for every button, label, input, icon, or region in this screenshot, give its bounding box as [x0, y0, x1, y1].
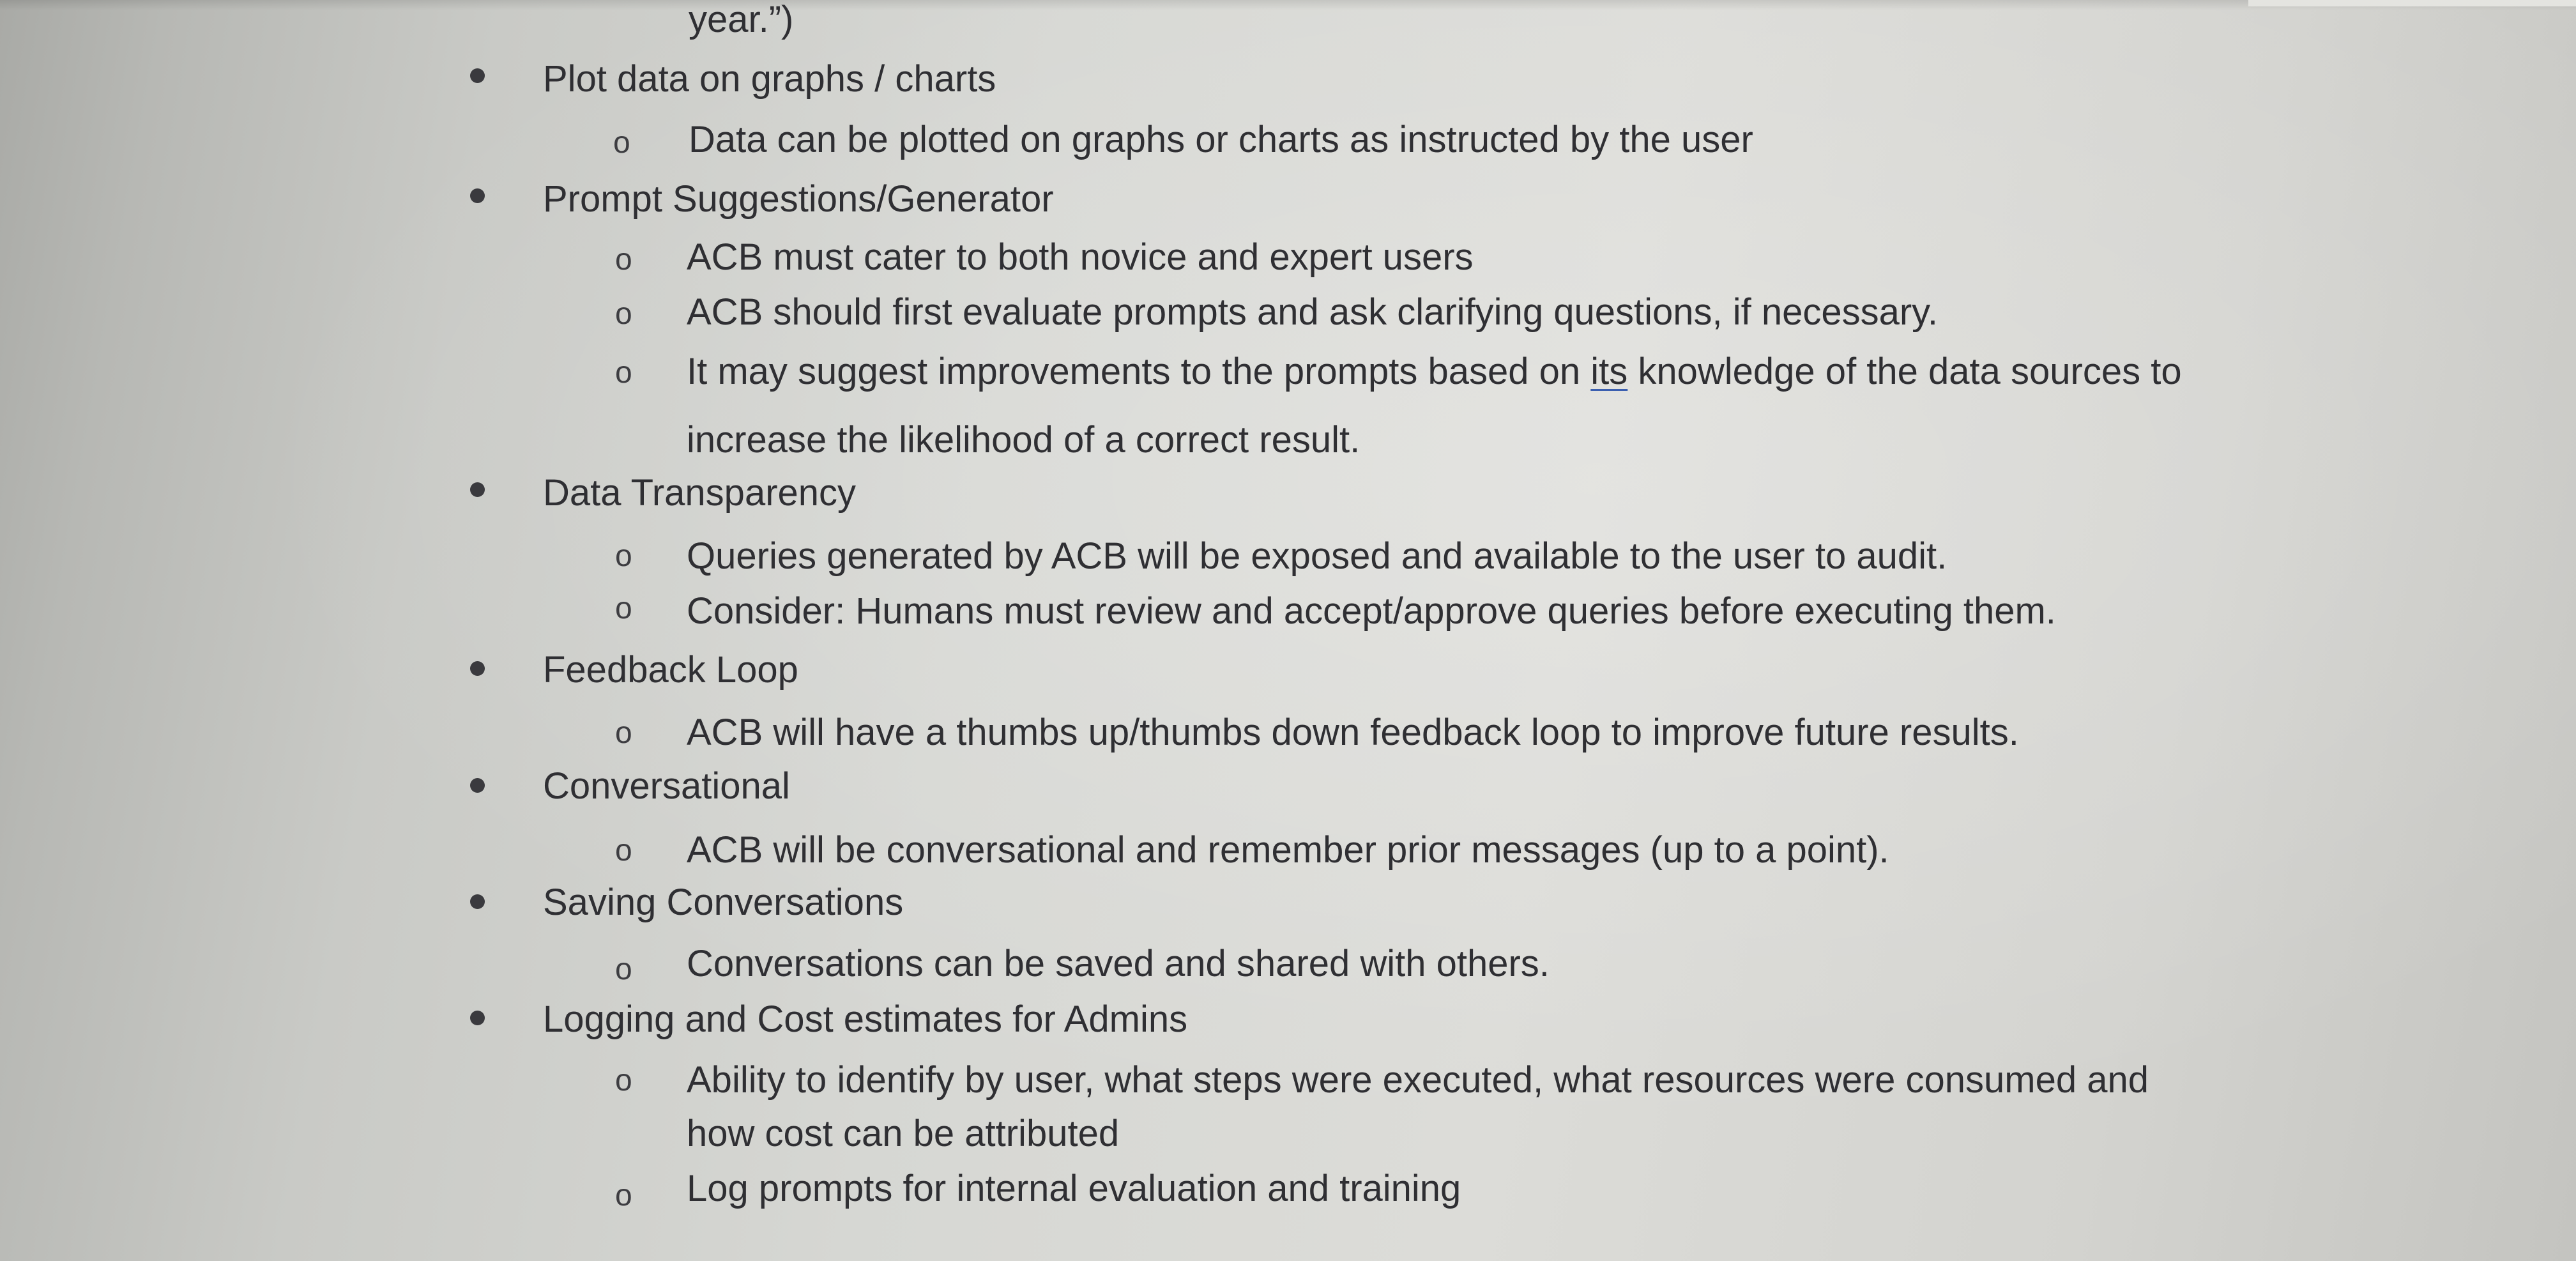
spellcheck-underlined-word: its — [1590, 351, 1628, 392]
bullet-circle-icon: o — [613, 126, 630, 160]
list-item: Ability to identify by user, what steps … — [687, 1059, 2149, 1101]
section-heading: Logging and Cost estimates for Admins — [543, 998, 1188, 1040]
bullet-dot-icon — [470, 1011, 485, 1025]
bullet-circle-icon: o — [615, 952, 632, 986]
list-item-text: knowledge of the data sources to — [1627, 351, 2182, 392]
section-heading: Feedback Loop — [543, 649, 798, 691]
list-item: Queries generated by ACB will be exposed… — [687, 535, 1947, 577]
list-item: Data can be plotted on graphs or charts … — [689, 119, 1753, 160]
bullet-circle-icon: o — [615, 539, 632, 573]
bullet-circle-icon: o — [615, 1064, 632, 1097]
section-heading: Prompt Suggestions/Generator — [543, 178, 1054, 220]
bullet-dot-icon — [470, 482, 485, 497]
section-heading: Saving Conversations — [543, 882, 904, 923]
section-heading: Data Transparency — [543, 472, 857, 514]
list-item: ACB should first evaluate prompts and as… — [687, 291, 1938, 333]
list-item: ACB will be conversational and remember … — [687, 829, 1889, 871]
list-item: It may suggest improvements to the promp… — [687, 353, 2182, 390]
section-heading: Conversational — [543, 765, 790, 807]
document-page: year.”) Plot data on graphs / charts o D… — [0, 0, 2576, 1261]
bullet-dot-icon — [470, 778, 485, 793]
bullet-circle-icon: o — [615, 297, 632, 331]
bullet-dot-icon — [470, 188, 485, 203]
bullet-circle-icon: o — [615, 716, 632, 750]
bullet-circle-icon: o — [615, 834, 632, 867]
list-item: Conversations can be saved and shared wi… — [687, 943, 1550, 984]
lead-line: year.”) — [689, 0, 794, 40]
list-item: Log prompts for internal evaluation and … — [687, 1168, 1461, 1209]
bullet-circle-icon: o — [615, 243, 632, 277]
list-item-continuation: increase the likelihood of a correct res… — [687, 419, 1360, 461]
bullet-circle-icon: o — [615, 1179, 632, 1212]
section-heading: Plot data on graphs / charts — [543, 58, 996, 100]
list-item: Consider: Humans must review and accept/… — [687, 590, 2056, 632]
list-item-continuation: how cost can be attributed — [687, 1113, 1120, 1154]
list-item: ACB must cater to both novice and expert… — [687, 236, 1474, 278]
list-item-text: It may suggest improvements to the promp… — [687, 351, 1591, 392]
bullet-circle-icon: o — [615, 356, 632, 390]
bullet-dot-icon — [470, 894, 485, 909]
list-item: ACB will have a thumbs up/thumbs down fe… — [687, 712, 2019, 753]
bullet-dot-icon — [470, 661, 485, 676]
bullet-circle-icon: o — [615, 592, 632, 625]
bullet-dot-icon — [470, 68, 485, 83]
